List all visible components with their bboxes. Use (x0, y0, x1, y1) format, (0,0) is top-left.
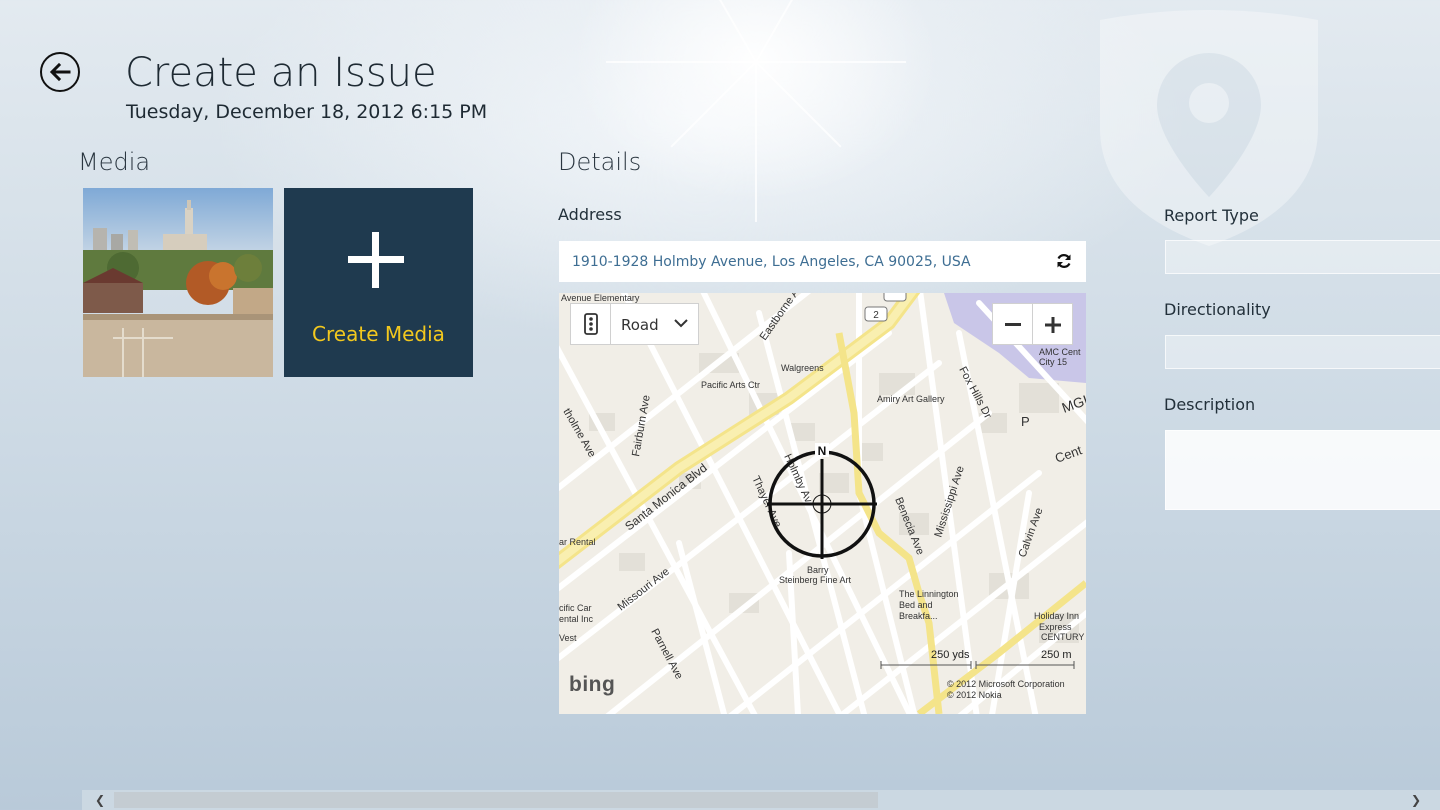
map-label-barry: Barry (807, 565, 829, 575)
bing-logo: bing (569, 673, 616, 696)
address-field[interactable]: 1910-1928 Holmby Avenue, Los Angeles, CA… (559, 241, 1086, 282)
map-label-pacific-car: cific Car (559, 603, 592, 613)
scrollbar-thumb[interactable] (114, 792, 878, 808)
traffic-light-icon (584, 313, 598, 335)
plus-icon (348, 232, 404, 288)
map-label-holiday: Holiday Inn (1034, 611, 1079, 621)
plus-icon (1045, 317, 1061, 333)
map-label-pacific-car-2: ental Inc (559, 614, 594, 624)
map-label-amc: AMC Cent (1039, 347, 1081, 357)
scale-imperial: 250 yds (931, 649, 970, 661)
map-label-walgreens: Walgreens (781, 363, 824, 373)
map-view[interactable]: 2 Avenue Elementary Eastborne Av Walgree… (559, 293, 1086, 714)
media-thumbnail[interactable] (83, 188, 273, 377)
scale-metric: 250 m (1041, 649, 1072, 661)
back-arrow-icon (49, 62, 71, 82)
directionality-select[interactable] (1165, 335, 1440, 369)
map-copyright-nokia: © 2012 Nokia (947, 690, 1002, 700)
page-subtitle: Tuesday, December 18, 2012 6:15 PM (126, 101, 488, 123)
map-label-barry-2: Steinberg Fine Art (779, 575, 852, 585)
map-label-holiday-2: Express (1039, 622, 1072, 632)
city-photo-image (83, 188, 273, 377)
horizontal-scrollbar[interactable]: ❮ ❯ (82, 790, 1440, 810)
report-type-select[interactable] (1165, 240, 1440, 274)
description-label: Description (1164, 395, 1256, 414)
map-label-linnington-2: Bed and (899, 600, 933, 610)
map-label-parking: P (1021, 414, 1030, 429)
details-section-title: Details (558, 148, 642, 176)
map-label-linnington-3: Breakfa... (899, 611, 938, 621)
address-label: Address (558, 205, 622, 224)
minus-icon (1005, 323, 1021, 326)
description-textarea[interactable] (1165, 430, 1440, 510)
map-label-west: Vest (559, 633, 577, 643)
route-shield-label: 2 (873, 310, 879, 321)
create-media-label: Create Media (312, 322, 445, 346)
refresh-icon[interactable] (1055, 252, 1073, 270)
map-canvas: 2 Avenue Elementary Eastborne Av Walgree… (559, 293, 1086, 714)
map-style-value: Road (621, 316, 659, 334)
scroll-right-arrow[interactable]: ❯ (1406, 792, 1426, 808)
map-copyright-microsoft: © 2012 Microsoft Corporation (947, 679, 1065, 689)
map-label-pacific-arts: Pacific Arts Ctr (701, 380, 760, 390)
back-button[interactable] (40, 52, 80, 92)
create-media-button[interactable]: Create Media (284, 188, 473, 377)
zoom-out-button[interactable] (992, 303, 1033, 345)
map-label-school: Avenue Elementary (561, 293, 640, 303)
report-type-label: Report Type (1164, 206, 1259, 225)
map-label-linnington: The Linnington (899, 589, 959, 599)
directionality-label: Directionality (1164, 300, 1271, 319)
scroll-left-arrow[interactable]: ❮ (90, 792, 110, 808)
zoom-in-button[interactable] (1032, 303, 1073, 345)
address-value: 1910-1928 Holmby Avenue, Los Angeles, CA… (572, 254, 971, 270)
map-label-car-rental: ar Rental (559, 537, 596, 547)
page-title: Create an Issue (125, 50, 437, 96)
traffic-button[interactable] (570, 303, 611, 345)
map-style-dropdown[interactable]: Road (610, 303, 699, 345)
map-label-amiry: Amiry Art Gallery (877, 394, 945, 404)
media-section-title: Media (78, 148, 151, 176)
compass-north-label: N (818, 444, 827, 458)
map-label-century: CENTURY CI (1041, 632, 1086, 642)
map-label-amc-2: City 15 (1039, 357, 1067, 367)
chevron-down-icon (674, 319, 688, 328)
